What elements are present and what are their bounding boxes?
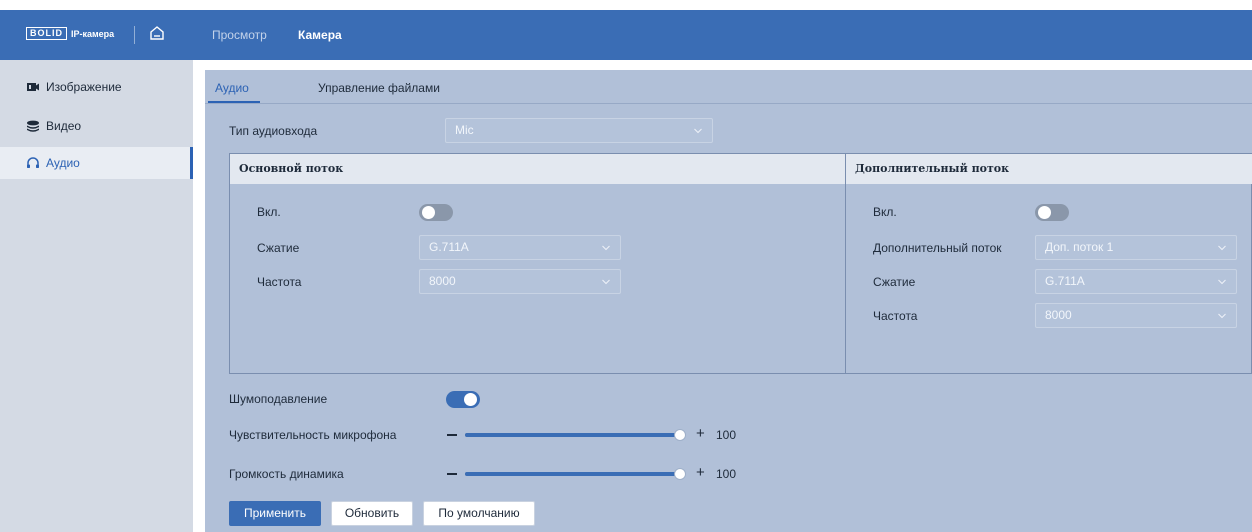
home-icon[interactable]: [148, 24, 166, 42]
tab-active-underline: [208, 101, 260, 103]
slider-handle[interactable]: [674, 429, 686, 441]
stream-divider: [845, 154, 846, 373]
logo-mark: BOLID: [26, 27, 67, 40]
main-stream-header: Основной поток: [230, 154, 845, 184]
speaker-volume-value: 100: [716, 467, 737, 481]
extra-frequency-label: Частота: [873, 309, 918, 323]
main-frequency-select[interactable]: 8000: [419, 269, 621, 294]
speaker-volume-slider[interactable]: [465, 468, 686, 480]
main-compression-select[interactable]: G.711A: [419, 235, 621, 260]
active-indicator: [190, 147, 193, 179]
toggle-knob: [464, 393, 477, 406]
extra-compression-select[interactable]: G.711A: [1035, 269, 1237, 294]
sidebar-item-label: Аудио: [46, 156, 80, 170]
audio-input-type-label: Тип аудиовхода: [229, 124, 318, 138]
mic-sensitivity-minus-button[interactable]: [447, 434, 457, 436]
sidebar-item-video[interactable]: Видео: [0, 110, 193, 142]
select-value: G.711A: [429, 240, 469, 254]
sidebar: Изображение Видео Аудио: [0, 60, 193, 532]
tab-audio[interactable]: Аудио: [215, 81, 249, 95]
select-value: 8000: [429, 274, 456, 288]
chevron-down-icon: [1218, 245, 1226, 251]
camera-icon: [27, 83, 39, 91]
sidebar-item-label: Изображение: [46, 80, 122, 94]
slider-fill: [465, 433, 680, 437]
extra-enable-label: Вкл.: [873, 205, 897, 219]
extra-stream-label: Дополнительный поток: [873, 241, 1002, 255]
toggle-knob: [422, 206, 435, 219]
extra-enable-toggle[interactable]: [1035, 204, 1069, 221]
refresh-button[interactable]: Обновить: [331, 501, 413, 526]
sidebar-item-audio[interactable]: Аудио: [0, 147, 193, 179]
tab-bar: Аудио Управление файлами: [205, 70, 1252, 104]
product-name: IP-камера: [71, 28, 115, 39]
top-divider: [134, 26, 135, 44]
mic-sensitivity-value: 100: [716, 428, 737, 442]
noise-reduction-toggle[interactable]: [446, 391, 480, 408]
mic-sensitivity-slider[interactable]: [465, 429, 686, 441]
main-enable-label: Вкл.: [257, 205, 281, 219]
streams-panel: Основной поток Дополнительный поток Вкл.…: [229, 153, 1252, 374]
audio-input-type-select[interactable]: Mic: [445, 118, 713, 143]
select-value: G.711A: [1045, 274, 1085, 288]
extra-stream-select[interactable]: Доп. поток 1: [1035, 235, 1237, 260]
video-layers-icon: [27, 120, 39, 132]
toggle-knob: [1038, 206, 1051, 219]
nav-view[interactable]: Просмотр: [212, 28, 267, 42]
chevron-down-icon: [602, 245, 610, 251]
main-panel: Аудио Управление файлами Тип аудиовхода …: [205, 70, 1252, 532]
noise-reduction-label: Шумоподавление: [229, 392, 328, 406]
chevron-down-icon: [1218, 313, 1226, 319]
mic-sensitivity-plus-button[interactable]: +: [696, 426, 705, 441]
speaker-volume-label: Громкость динамика: [229, 467, 344, 481]
slider-fill: [465, 472, 680, 476]
extra-compression-label: Сжатие: [873, 275, 916, 289]
extra-stream-header: Дополнительный поток: [846, 154, 1252, 184]
extra-frequency-select[interactable]: 8000: [1035, 303, 1237, 328]
select-value: Mic: [455, 123, 474, 137]
main-enable-toggle[interactable]: [419, 204, 453, 221]
default-button[interactable]: По умолчанию: [423, 501, 535, 526]
select-value: 8000: [1045, 308, 1072, 322]
mic-sensitivity-label: Чувствительность микрофона: [229, 428, 397, 442]
chevron-down-icon: [602, 279, 610, 285]
headphones-icon: [27, 157, 39, 168]
apply-button[interactable]: Применить: [229, 501, 321, 526]
sidebar-item-label: Видео: [46, 119, 82, 133]
speaker-volume-minus-button[interactable]: [447, 473, 457, 475]
brand-logo: BOLID IP-камера: [26, 27, 114, 40]
slider-handle[interactable]: [674, 468, 686, 480]
main-frequency-label: Частота: [257, 275, 302, 289]
select-value: Доп. поток 1: [1045, 240, 1114, 254]
tab-file-management[interactable]: Управление файлами: [318, 81, 440, 95]
main-compression-label: Сжатие: [257, 241, 300, 255]
speaker-volume-plus-button[interactable]: +: [696, 465, 705, 480]
sidebar-item-image[interactable]: Изображение: [0, 71, 193, 103]
nav-camera[interactable]: Камера: [298, 28, 342, 42]
chevron-down-icon: [1218, 279, 1226, 285]
top-bar: BOLID IP-камера Просмотр Камера: [0, 10, 1252, 60]
chevron-down-icon: [694, 128, 702, 134]
